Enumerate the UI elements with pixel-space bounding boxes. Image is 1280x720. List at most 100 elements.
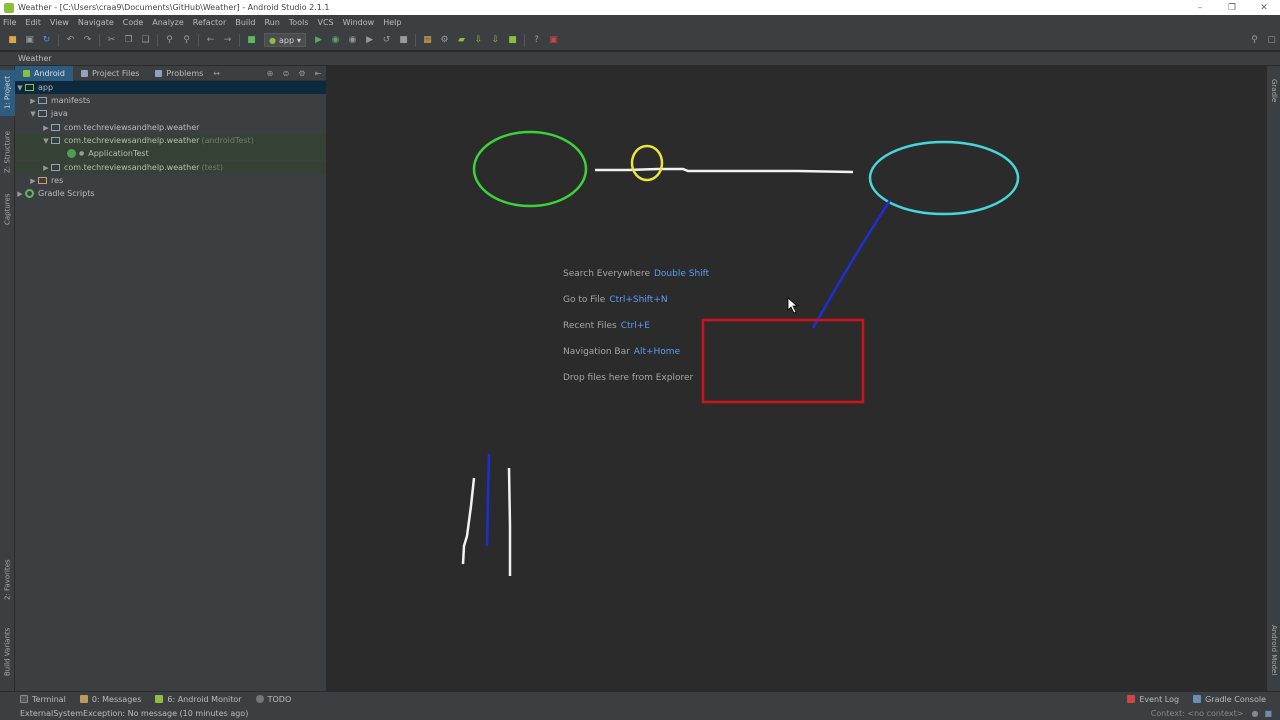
open-folder-icon[interactable]: ■	[7, 35, 18, 46]
menu-tools[interactable]: Tools	[289, 18, 309, 27]
tab-problems[interactable]: Problems	[147, 66, 211, 81]
menu-build[interactable]: Build	[235, 18, 255, 27]
menu-navigate[interactable]: Navigate	[78, 18, 114, 27]
menu-vcs[interactable]: VCS	[318, 18, 334, 27]
avd-manager-icon[interactable]: ▰	[456, 35, 467, 46]
tab-gradle-console[interactable]: Gradle Console	[1193, 695, 1266, 704]
tree-item-gradle-scripts[interactable]: ▶ Gradle Scripts	[15, 187, 95, 200]
tab-project[interactable]: 1: Project	[0, 70, 15, 116]
status-message[interactable]: ExternalSystemException: No message (10 …	[20, 709, 248, 718]
package-icon	[51, 164, 60, 171]
expand-icon[interactable]: ▢	[1266, 35, 1277, 46]
right-tool-strip: Gradle Android Model	[1266, 66, 1280, 691]
attach-debugger-icon[interactable]: ◉	[347, 35, 358, 46]
make-project-icon[interactable]: ■	[246, 35, 257, 46]
sdk-manager-icon[interactable]: ⇩	[490, 35, 501, 46]
close-button[interactable]: ✕	[1248, 0, 1280, 15]
tree-item-package-main[interactable]: ▶ com.techreviewsandhelp.weather	[41, 121, 199, 134]
project-panel: Android Project Files Problems ↔ ⊕ ⊜ ⚙ ⇤…	[15, 65, 327, 691]
tree-item-package-androidtest[interactable]: ▼ com.techreviewsandhelp.weather (androi…	[15, 134, 326, 147]
gear-icon[interactable]: ⚙	[297, 69, 307, 78]
tab-messages[interactable]: 0: Messages	[79, 695, 141, 704]
project-structure-icon[interactable]: ▦	[422, 35, 433, 46]
tab-android-model[interactable]: Android Model	[1267, 616, 1280, 684]
lock-icon[interactable]: ●	[1251, 709, 1258, 718]
status-bar: ExternalSystemException: No message (10 …	[0, 706, 1280, 720]
menu-analyze[interactable]: Analyze	[152, 18, 184, 27]
switch-view-icon[interactable]: ↔	[213, 69, 220, 78]
tree-item-label: com.techreviewsandhelp.weather	[64, 136, 200, 145]
copy-icon[interactable]: ❐	[123, 35, 134, 46]
replace-icon[interactable]: ⚲	[181, 35, 192, 46]
tab-event-log[interactable]: Event Log	[1127, 695, 1179, 704]
expand-arrow-icon[interactable]: ▼	[41, 137, 51, 145]
menu-run[interactable]: Run	[264, 18, 279, 27]
tab-captures[interactable]: Captures	[0, 188, 15, 230]
find-icon[interactable]: ⚲	[164, 35, 175, 46]
scroll-from-source-icon[interactable]: ⊕	[265, 69, 275, 78]
search-icon[interactable]: ⚲	[1249, 35, 1260, 46]
run-coverage-icon[interactable]: ▶	[364, 35, 375, 46]
cut-icon[interactable]: ✂	[106, 35, 117, 46]
tab-build-variants[interactable]: Build Variants	[0, 622, 15, 682]
collapse-all-icon[interactable]: ⊜	[281, 69, 291, 78]
gradle-sync-icon[interactable]: ⇩	[473, 35, 484, 46]
run-icon[interactable]: ▶	[313, 35, 324, 46]
android-device-monitor-icon[interactable]: ■	[507, 35, 518, 46]
stop-icon[interactable]: ■	[398, 35, 409, 46]
tree-item-label: com.techreviewsandhelp.weather	[64, 123, 200, 132]
menu-file[interactable]: File	[3, 18, 16, 27]
tree-item-package-test[interactable]: ▶ com.techreviewsandhelp.weather (test)	[15, 161, 326, 174]
collapse-arrow-icon[interactable]: ▶	[41, 164, 51, 172]
help-icon[interactable]: ?	[531, 35, 542, 46]
collapse-arrow-icon[interactable]: ▶	[28, 97, 38, 105]
restore-button[interactable]: ❐	[1216, 0, 1248, 15]
minimize-button[interactable]: –	[1184, 0, 1216, 15]
menu-code[interactable]: Code	[123, 18, 143, 27]
collapse-arrow-icon[interactable]: ▶	[41, 124, 51, 132]
expand-arrow-icon[interactable]: ▼	[28, 110, 38, 118]
tab-structure[interactable]: Z: Structure	[0, 126, 15, 178]
tab-project-files[interactable]: Project Files	[73, 66, 147, 81]
paste-icon[interactable]: ❑	[140, 35, 151, 46]
tree-item-manifests[interactable]: ▶ manifests	[28, 94, 90, 107]
forward-icon[interactable]: →	[222, 35, 233, 46]
android-studio-icon	[4, 2, 14, 13]
white-stroke-annotation	[461, 477, 476, 565]
tree-item-java[interactable]: ▼ java	[28, 107, 67, 120]
expand-arrow-icon[interactable]: ▼	[15, 84, 25, 92]
back-icon[interactable]: ←	[205, 35, 216, 46]
editor-area[interactable]: Search Everywhere Double Shift Go to File…	[328, 66, 1266, 691]
debug-icon[interactable]: ◉	[330, 35, 341, 46]
tab-favorites[interactable]: 2: Favorites	[0, 554, 15, 606]
tree-item-res[interactable]: ▶ res	[28, 174, 63, 187]
terminal-icon	[20, 695, 28, 703]
settings-icon[interactable]: ⚙	[439, 35, 450, 46]
redo-icon[interactable]: ↷	[82, 35, 93, 46]
undo-icon[interactable]: ↶	[65, 35, 76, 46]
layout-inspector-icon[interactable]: ▣	[548, 35, 559, 46]
menu-view[interactable]: View	[50, 18, 69, 27]
save-all-icon[interactable]: ▣	[24, 35, 35, 46]
collapse-arrow-icon[interactable]: ▶	[28, 177, 38, 185]
menu-help[interactable]: Help	[383, 18, 401, 27]
hector-icon[interactable]: ■	[1264, 709, 1272, 718]
menu-bar: File Edit View Navigate Code Analyze Ref…	[0, 15, 1280, 30]
hide-panel-icon[interactable]: ⇤	[313, 69, 323, 78]
menu-edit[interactable]: Edit	[25, 18, 41, 27]
tab-android-view[interactable]: Android	[15, 65, 73, 81]
run-configuration-select[interactable]: ● app ▾	[264, 33, 307, 47]
tab-android-monitor[interactable]: 6: Android Monitor	[155, 695, 242, 704]
collapse-arrow-icon[interactable]: ▶	[15, 190, 25, 198]
tree-item-applicationtest[interactable]: ● ApplicationTest	[15, 147, 326, 160]
menu-refactor[interactable]: Refactor	[193, 18, 227, 27]
apply-changes-icon[interactable]: ↺	[381, 35, 392, 46]
tab-todo[interactable]: TODO	[255, 695, 291, 704]
tab-terminal[interactable]: Terminal	[20, 695, 66, 704]
tab-gradle[interactable]: Gradle	[1267, 70, 1280, 112]
sync-icon[interactable]: ↻	[41, 35, 52, 46]
menu-window[interactable]: Window	[343, 18, 375, 27]
tree-item-app[interactable]: ▼ app	[15, 81, 326, 94]
package-icon	[51, 124, 60, 131]
breadcrumb-project[interactable]: Weather	[18, 54, 52, 63]
